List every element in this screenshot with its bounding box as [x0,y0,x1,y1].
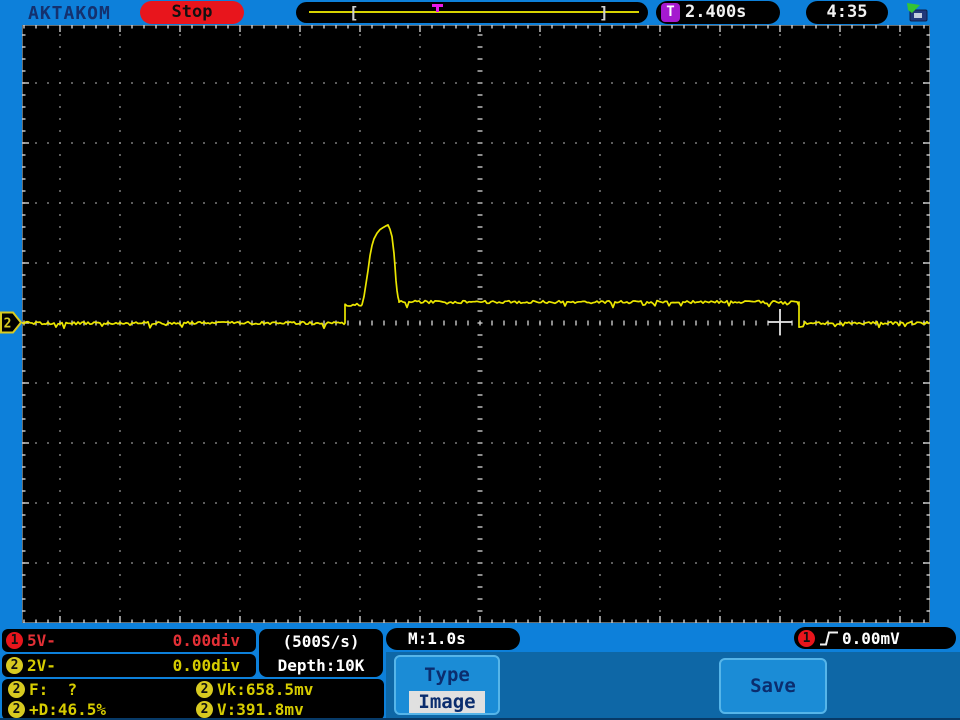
channel2-status-row: 2 2V- 0.00div [2,654,256,677]
channel2-badge: 2 [6,657,23,674]
trigger-level-value: 0.00mV [842,628,900,648]
trigger-time-readout: T 2.400s [656,1,780,24]
brand-logo: AKTAKOM [28,3,111,24]
trigger-source-badge: 1 [798,629,815,647]
type-menu-button[interactable]: Type Image [394,655,500,715]
clock-readout: 4:35 [806,1,888,24]
channel2-position: 0.00div [172,656,240,675]
channel2-scale: 2V- [27,656,56,675]
measurement-v: 2 V:391.8mv [190,700,384,719]
channel1-badge: 1 [6,632,23,649]
measurement-vk: 2 Vk:658.5mv [190,680,384,699]
rising-edge-icon [820,631,838,645]
measurements-box: 2 F: ? 2 Vk:658.5mv 2 +D:46.5% 2 V:391.8… [2,679,384,720]
window-left-bracket-icon: [ [349,3,359,22]
acquisition-info-box: (500S/s) Depth:10K [259,629,383,677]
measurement-frequency: 2 F: ? [2,680,190,699]
trigger-position-marker-icon [432,4,443,12]
measurement-duty: 2 +D:46.5% [2,700,190,719]
waveform-plot [21,25,930,623]
trigger-time-value: 2.400s [685,2,747,22]
trigger-level-readout: 1 0.00mV [794,627,956,649]
svg-text:2: 2 [4,317,12,332]
oscilloscope-display: AKTAKOM Stop [ ] T 2.400s 4:35 2 1 5V- 0… [0,0,960,720]
channel2-position-marker[interactable]: 2 [0,311,23,334]
trigger-position-bar: [ ] [296,2,648,23]
sample-rate: (500S/s) [282,631,360,651]
timebase-readout: M:1.0s [386,628,520,650]
channel1-status-row: 1 5V- 0.00div [2,629,256,652]
type-label: Type [424,664,470,686]
window-right-bracket-icon: ] [599,3,609,22]
usb-disk-icon [904,2,932,23]
save-button[interactable]: Save [719,658,827,714]
run-state-badge: Stop [140,1,244,24]
trigger-t-icon: T [661,3,680,22]
type-selected-value[interactable]: Image [409,691,485,713]
channel1-scale: 5V- [27,631,56,650]
channel1-position: 0.00div [172,631,240,650]
waveform-screen [21,25,930,623]
memory-depth: Depth:10K [277,655,365,675]
